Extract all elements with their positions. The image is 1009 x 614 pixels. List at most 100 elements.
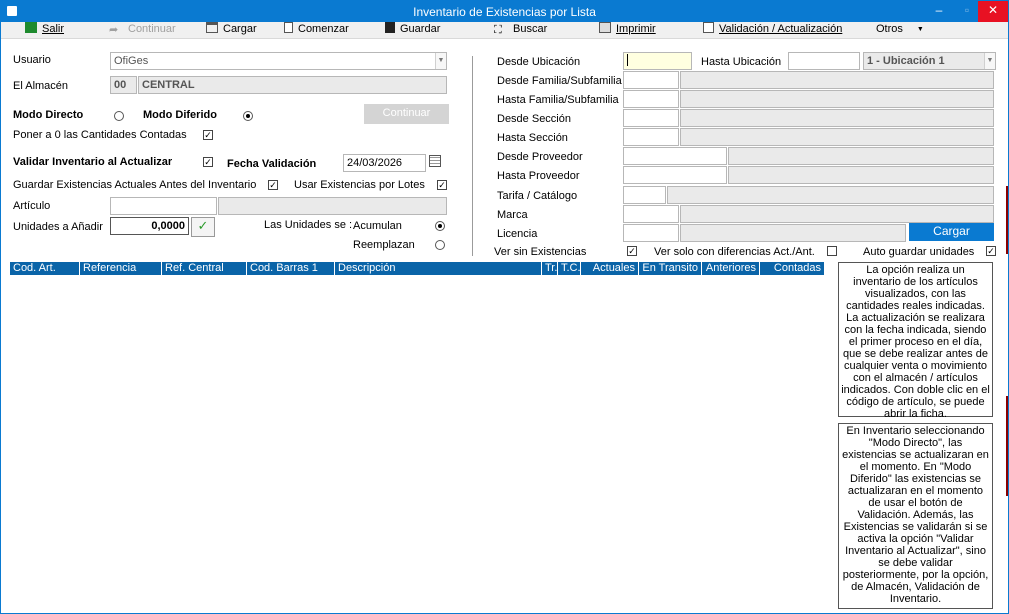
imprimir-button[interactable]: Imprimir [599, 22, 656, 38]
fecha-validacion-input[interactable]: 24/03/2026 [343, 154, 426, 172]
binoculars-icon: ⛶ [494, 24, 502, 36]
almacen-code-field[interactable]: 00 [110, 76, 137, 94]
floppy-disk-icon [385, 22, 395, 33]
tarifa-input[interactable] [623, 186, 666, 204]
column-header[interactable]: Actuales [580, 262, 638, 275]
unidades-input[interactable]: 0,0000 [110, 217, 189, 235]
grid-body[interactable] [10, 275, 824, 605]
licencia-input[interactable] [623, 224, 679, 242]
column-header[interactable]: Contadas [759, 262, 824, 275]
check-icon: ✓ [197, 218, 209, 233]
desde-proveedor-input[interactable] [623, 147, 727, 165]
hasta-proveedor-input[interactable] [623, 166, 727, 184]
desde-proveedor-desc [728, 147, 994, 165]
usuario-value: OfiGes [114, 55, 149, 67]
calendar-icon[interactable] [429, 155, 441, 167]
hasta-familia-label: Hasta Familia/Subfamilia [497, 94, 619, 106]
hasta-seccion-desc [680, 128, 994, 146]
desde-proveedor-label: Desde Proveedor [497, 151, 583, 163]
hasta-seccion-input[interactable] [623, 128, 679, 146]
guardar-label: Guardar [400, 23, 441, 35]
validacion-button[interactable]: Validación / Actualización [703, 22, 842, 38]
buscar-button[interactable]: ⛶ Buscar [494, 22, 547, 38]
desde-ubicacion-input[interactable] [623, 52, 692, 70]
fecha-validacion-label: Fecha Validación [227, 158, 317, 170]
hasta-familia-input[interactable] [623, 90, 679, 108]
salir-button[interactable]: Salir [25, 22, 64, 38]
comenzar-label: Comenzar [298, 23, 349, 35]
column-header[interactable]: Referencia [79, 262, 161, 275]
acumulan-label: Acumulan [353, 220, 402, 232]
panel-divider [472, 56, 473, 256]
auto-guardar-checkbox[interactable]: ✓ [986, 246, 996, 256]
chevron-down-icon: ▼ [984, 53, 995, 69]
comenzar-button[interactable]: Comenzar [284, 22, 349, 38]
desde-familia-desc [680, 71, 994, 89]
poner-cero-checkbox[interactable]: ✓ [203, 130, 213, 140]
validar-inventario-label: Validar Inventario al Actualizar [13, 156, 173, 168]
continuar-toolbar-label: Continuar [128, 23, 176, 35]
edge-marker [1006, 186, 1008, 254]
desde-familia-input[interactable] [623, 71, 679, 89]
usuario-select[interactable]: OfiGes ▼ [110, 52, 447, 70]
desde-seccion-input[interactable] [623, 109, 679, 127]
marca-input[interactable] [623, 205, 679, 223]
hasta-familia-desc [680, 90, 994, 108]
modo-diferido-label: Modo Diferido [143, 109, 217, 121]
otros-dropdown[interactable]: Otros ▼ [876, 22, 924, 38]
guardar-button[interactable]: Guardar [385, 22, 440, 38]
column-header[interactable]: Descripción [334, 262, 541, 275]
chevron-down-icon: ▼ [435, 53, 446, 69]
auto-guardar-label: Auto guardar unidades [863, 246, 975, 258]
hasta-seccion-label: Hasta Sección [497, 132, 568, 144]
cargar-button[interactable]: Cargar [909, 223, 994, 241]
arrow-right-icon: ➦ [109, 24, 119, 36]
salir-label: Salir [42, 23, 65, 35]
info-box-inventario: La opción realiza un inventario de los a… [838, 262, 993, 420]
licencia-label: Licencia [497, 228, 538, 240]
column-header[interactable]: Tr. [541, 262, 557, 275]
printer-icon [599, 22, 611, 33]
guardar-existencias-label: Guardar Existencias Actuales Antes del I… [13, 179, 257, 191]
ver-solo-diferencias-checkbox[interactable] [827, 246, 837, 256]
licencia-desc [680, 224, 906, 242]
window-title: Inventario de Existencias por Lista [413, 5, 596, 19]
new-document-icon [284, 22, 293, 33]
continuar-toolbar-button[interactable]: ➦ Continuar [109, 22, 176, 38]
continuar-button[interactable]: Continuar [364, 104, 449, 124]
hasta-ubicacion-value: 1 - Ubicación 1 [867, 55, 945, 67]
modo-directo-radio[interactable] [114, 111, 124, 121]
column-header[interactable]: Ref. Central [161, 262, 246, 275]
acumulan-radio[interactable] [435, 221, 445, 231]
validar-inventario-checkbox[interactable]: ✓ [203, 157, 213, 167]
column-header[interactable]: Cod. Art. [10, 262, 79, 275]
ver-sin-existencias-label: Ver sin Existencias [494, 246, 587, 258]
minimize-button[interactable]: – [925, 1, 953, 22]
grid-header: Cod. Art. Referencia Ref. Central Cod. B… [10, 262, 824, 275]
ver-sin-existencias-checkbox[interactable]: ✓ [627, 246, 637, 256]
document-arrow-icon [703, 22, 714, 33]
modo-diferido-radio[interactable] [243, 111, 253, 121]
articulo-input[interactable] [110, 197, 217, 215]
poner-cero-label: Poner a 0 las Cantidades Contadas [13, 129, 187, 141]
exit-icon [25, 22, 37, 33]
almacen-label: El Almacén [13, 80, 69, 92]
ver-solo-diferencias-label: Ver solo con diferencias Act./Ant. [654, 246, 815, 258]
text-cursor [627, 54, 628, 66]
cargar-toolbar-button[interactable]: Cargar [206, 22, 257, 38]
column-header[interactable]: Cod. Barras 1 [246, 262, 334, 275]
hasta-ubicacion-select[interactable]: 1 - Ubicación 1 ▼ [863, 52, 996, 70]
close-button[interactable]: ✕ [978, 1, 1008, 22]
guardar-existencias-checkbox[interactable]: ✓ [268, 180, 278, 190]
reemplazan-radio[interactable] [435, 240, 445, 250]
column-header[interactable]: T.C. [557, 262, 580, 275]
dropdown-arrow-icon: ▼ [916, 26, 924, 33]
confirm-check-button[interactable]: ✓ [191, 217, 215, 237]
tarifa-desc [667, 186, 994, 204]
maximize-button[interactable]: ▫ [953, 1, 981, 22]
almacen-name-field: CENTRAL [138, 76, 447, 94]
hasta-ubicacion-input[interactable] [788, 52, 860, 70]
column-header[interactable]: Anteriores [701, 262, 759, 275]
column-header[interactable]: En Transito [638, 262, 701, 275]
usar-lotes-checkbox[interactable]: ✓ [437, 180, 447, 190]
